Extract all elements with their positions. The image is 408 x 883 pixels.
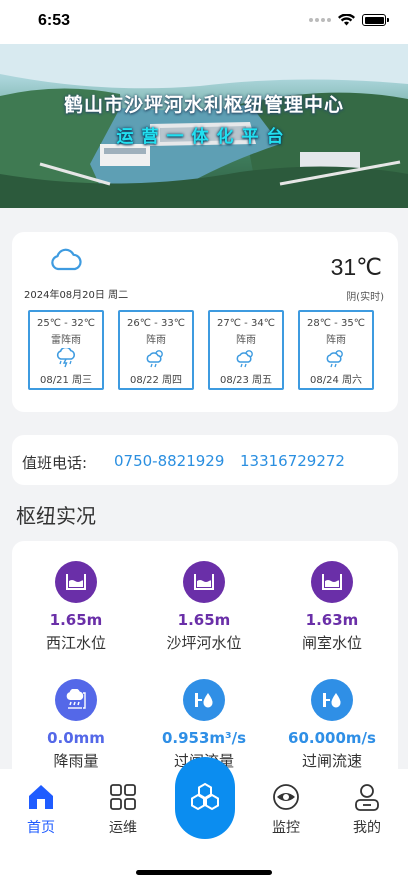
forecast-date: 08/21 周三	[40, 375, 92, 386]
forecast-date: 08/22 周四	[130, 375, 182, 386]
tab-operations[interactable]: 运维	[93, 781, 153, 837]
rain-gauge-icon	[55, 679, 97, 721]
duty-phone-card: 值班电话: 0750-8821929 13316729272	[12, 435, 398, 485]
eye-icon	[256, 781, 316, 813]
section-title: 枢纽实况	[16, 504, 96, 528]
center-action-button[interactable]	[175, 757, 235, 839]
duty-phone-link-2[interactable]: 13316729272	[240, 452, 345, 470]
tab-bar: 首页 运维 监控 我的	[0, 757, 408, 883]
flow-meter-icon	[311, 679, 353, 721]
hub-item-shaping-level[interactable]: 1.65m 沙坪河水位	[140, 561, 268, 653]
hub-label: 西江水位	[45, 634, 106, 652]
status-icons	[309, 14, 389, 26]
tab-monitor[interactable]: 监控	[256, 781, 316, 837]
hub-item-lock-level[interactable]: 1.63m 闸室水位	[268, 561, 396, 653]
hub-value: 0.0mm	[47, 729, 105, 747]
hub-label: 沙坪河水位	[166, 634, 242, 652]
hub-value: 60.000m/s	[288, 729, 376, 747]
forecast-temp: 25℃ - 32℃	[37, 318, 95, 329]
forecast-day-4[interactable]: 28℃ - 35℃ 阵雨 08/24 周六	[298, 310, 374, 390]
forecast-condition: 阵雨	[326, 335, 346, 346]
water-level-icon	[55, 561, 97, 603]
hub-label: 降雨量	[53, 752, 99, 770]
hub-item-xijiang-level[interactable]: 1.65m 西江水位	[12, 561, 140, 653]
forecast-condition: 阵雨	[146, 335, 166, 346]
forecast-day-3[interactable]: 27℃ - 34℃ 阵雨 08/23 周五	[208, 310, 284, 390]
shower-icon	[120, 348, 192, 368]
home-indicator	[136, 870, 272, 875]
tab-label: 监控	[272, 820, 300, 836]
thunder-rain-icon	[30, 346, 102, 368]
forecast-date: 08/24 周六	[310, 375, 362, 386]
hub-label: 过闸流速	[301, 752, 362, 770]
water-level-icon	[183, 561, 225, 603]
forecast-condition: 阵雨	[236, 335, 256, 346]
hub-value: 1.65m	[177, 611, 231, 629]
water-level-icon	[311, 561, 353, 603]
shower-icon	[210, 348, 282, 368]
hub-item-rainfall[interactable]: 0.0mm 降雨量	[12, 679, 140, 771]
grid-icon	[93, 781, 153, 813]
tab-label: 首页	[27, 820, 55, 836]
forecast-day-2[interactable]: 26℃ - 33℃ 阵雨 08/22 周四	[118, 310, 194, 390]
signal-dots-icon	[309, 18, 331, 22]
header-banner: 鹤山市沙坪河水利枢纽管理中心 运营一体化平台	[0, 44, 408, 208]
hub-value: 1.65m	[49, 611, 103, 629]
tab-profile[interactable]: 我的	[337, 781, 397, 837]
tab-label: 运维	[109, 820, 137, 836]
weather-date: 2024年08月20日 周二	[24, 290, 129, 301]
wifi-icon	[338, 14, 355, 26]
user-icon	[337, 781, 397, 813]
weather-card[interactable]: 2024年08月20日 周二 31℃ 阴(实时) 25℃ - 32℃ 雷阵雨 0…	[12, 232, 398, 412]
shower-icon	[300, 348, 372, 368]
forecast-temp: 27℃ - 34℃	[217, 318, 275, 329]
current-condition: 阴(实时)	[346, 292, 384, 303]
status-time: 6:53	[38, 12, 71, 29]
cloud-icon	[51, 248, 82, 271]
current-temperature: 31℃	[330, 254, 382, 280]
hexagon-icon	[191, 782, 219, 811]
hub-item-gate-velocity[interactable]: 60.000m/s 过闸流速	[268, 679, 396, 771]
forecast-temp: 26℃ - 33℃	[127, 318, 185, 329]
forecast-temp: 28℃ - 35℃	[307, 318, 365, 329]
tab-label: 我的	[353, 820, 381, 836]
hub-value: 1.63m	[305, 611, 359, 629]
forecast-day-1[interactable]: 25℃ - 32℃ 雷阵雨 08/21 周三	[28, 310, 104, 390]
status-bar: 6:53	[0, 0, 408, 44]
duty-phone-label: 值班电话:	[22, 454, 88, 472]
battery-icon	[362, 14, 389, 26]
home-icon	[11, 781, 71, 813]
banner-title: 鹤山市沙坪河水利枢纽管理中心	[63, 94, 344, 116]
banner-subtitle: 运营一体化平台	[116, 127, 292, 147]
duty-phone-link-1[interactable]: 0750-8821929	[114, 452, 224, 470]
flow-meter-icon	[183, 679, 225, 721]
forecast-condition: 雷阵雨	[51, 335, 81, 346]
tab-home[interactable]: 首页	[11, 781, 71, 837]
forecast-date: 08/23 周五	[220, 375, 272, 386]
hub-label: 闸室水位	[301, 634, 362, 652]
hub-value: 0.953m³/s	[161, 729, 247, 747]
